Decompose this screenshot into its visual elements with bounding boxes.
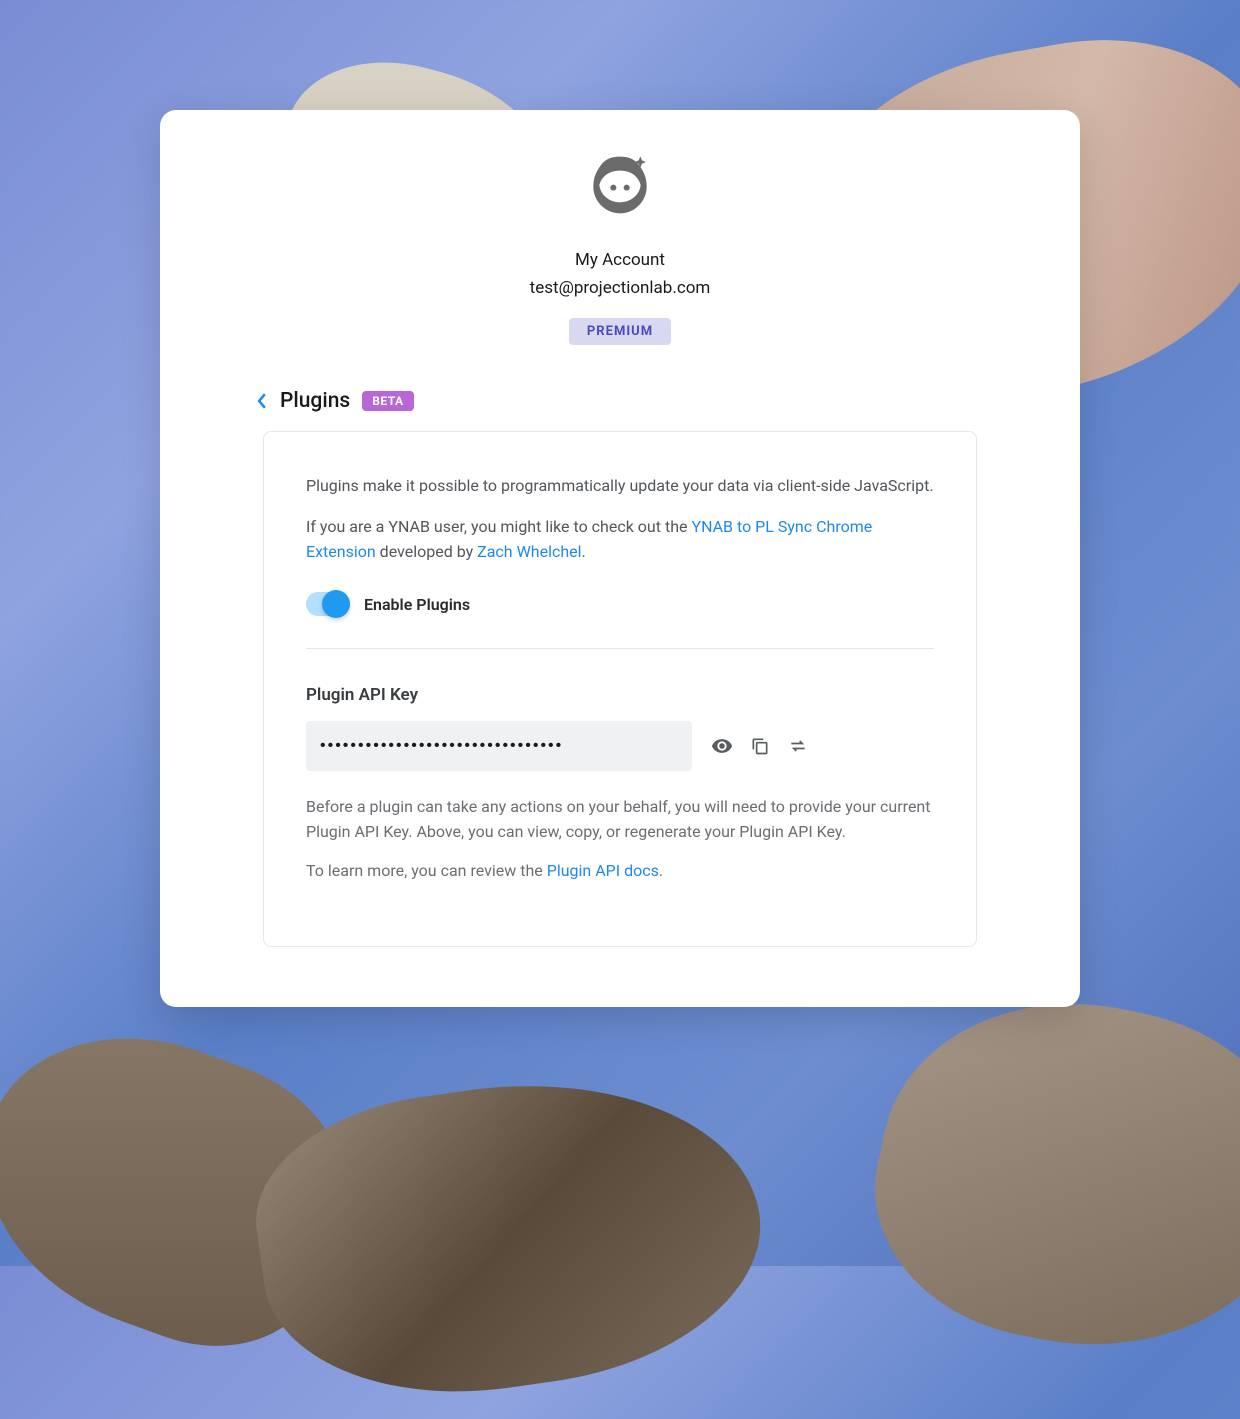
ynab-prefix: If you are a YNAB user, you might like t…: [306, 517, 691, 536]
api-key-help: Before a plugin can take any actions on …: [306, 795, 934, 845]
avatar-icon: [580, 150, 660, 230]
docs-prefix: To learn more, you can review the: [306, 861, 547, 880]
api-docs-line: To learn more, you can review the Plugin…: [306, 859, 934, 884]
api-key-input[interactable]: [306, 721, 692, 771]
chevron-left-icon: [256, 393, 268, 409]
refresh-icon: [788, 736, 808, 756]
plugin-api-docs-link[interactable]: Plugin API docs: [547, 861, 659, 880]
copy-key-button[interactable]: [748, 734, 772, 758]
plugins-panel: Plugins make it possible to programmatic…: [263, 431, 977, 947]
back-button[interactable]: [256, 393, 268, 409]
ynab-mid: developed by: [376, 542, 477, 561]
section-title: Plugins: [280, 389, 350, 413]
regenerate-key-button[interactable]: [786, 734, 810, 758]
enable-plugins-toggle[interactable]: [306, 592, 350, 616]
beta-badge: BETA: [362, 391, 413, 411]
ynab-author-link[interactable]: Zach Whelchel: [477, 542, 581, 561]
premium-badge: PREMIUM: [569, 318, 671, 345]
plugins-intro: Plugins make it possible to programmatic…: [306, 474, 934, 499]
reveal-key-button[interactable]: [710, 734, 734, 758]
account-card: My Account test@projectionlab.com PREMIU…: [160, 110, 1080, 1007]
account-title: My Account: [575, 250, 665, 270]
divider: [306, 648, 934, 649]
account-email: test@projectionlab.com: [530, 278, 711, 298]
copy-icon: [750, 736, 770, 756]
docs-suffix: .: [659, 861, 663, 880]
ynab-suffix: .: [582, 542, 586, 561]
enable-plugins-label: Enable Plugins: [364, 595, 470, 614]
api-key-label: Plugin API Key: [306, 685, 934, 705]
ynab-note: If you are a YNAB user, you might like t…: [306, 515, 934, 565]
eye-icon: [711, 735, 733, 757]
